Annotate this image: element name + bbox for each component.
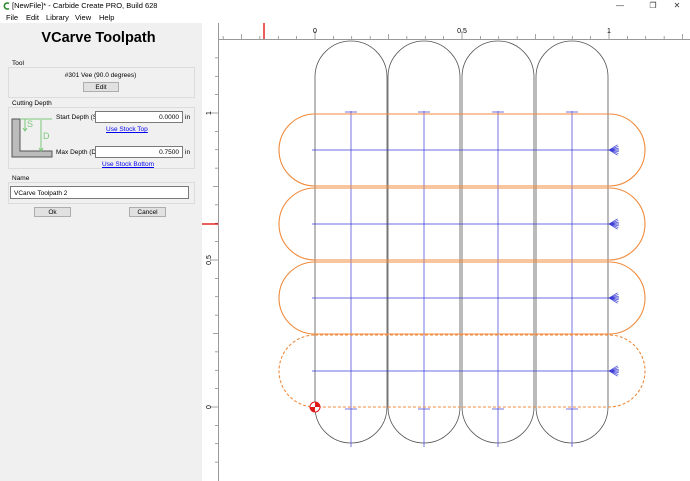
ruler-top-label-1: 1: [607, 28, 611, 35]
minimize-button[interactable]: —: [607, 0, 633, 12]
design-canvas[interactable]: 0 0.5 1 1 0.5 0: [202, 23, 690, 481]
app-icon: [3, 2, 10, 10]
tool-group-label: Tool: [12, 60, 24, 67]
close-button[interactable]: ✕: [664, 0, 690, 12]
panel-heading: VCarve Toolpath: [41, 30, 156, 46]
title-bar: [NewFile]* - Carbide Create PRO, Build 6…: [0, 0, 690, 12]
drawing-area[interactable]: 0 0.5 1 1 0.5 0: [202, 23, 690, 481]
toolpath-panel: VCarve Toolpath Tool #301 Vee (90.0 degr…: [0, 23, 197, 481]
vertical-slots[interactable]: [314, 40, 609, 444]
ruler-left-label-0: 0: [206, 405, 213, 409]
use-stock-bottom-link[interactable]: Use Stock Bottom: [102, 161, 154, 168]
diagram-s-label: S: [27, 119, 33, 129]
name-group-label: Name: [12, 175, 30, 182]
ok-button[interactable]: Ok: [34, 207, 71, 217]
toolpath-name-input[interactable]: VCarve Toolpath 2: [10, 186, 189, 199]
cutting-depth-group-label: Cutting Depth: [12, 100, 52, 107]
use-stock-top-link[interactable]: Use Stock Top: [106, 126, 148, 133]
window-title: [NewFile]* - Carbide Create PRO, Build 6…: [12, 1, 158, 10]
max-depth-input[interactable]: 0.7500: [95, 146, 183, 158]
ruler-top-label-0: 0: [313, 28, 317, 35]
menu-bar: File Edit Library View Help: [0, 12, 690, 23]
edit-tool-button[interactable]: Edit: [83, 82, 119, 92]
diagram-d-label: D: [43, 131, 50, 141]
start-depth-label: Start Depth (S): [56, 114, 100, 121]
start-depth-unit: in: [185, 114, 191, 121]
vcarve-toolpath: [312, 111, 619, 447]
menu-library[interactable]: Library: [46, 12, 69, 23]
max-depth-unit: in: [185, 149, 191, 156]
menu-edit[interactable]: Edit: [26, 12, 39, 23]
cancel-button[interactable]: Cancel: [129, 207, 166, 217]
menu-help[interactable]: Help: [99, 12, 114, 23]
maximize-button[interactable]: ❐: [640, 0, 666, 12]
tool-name: #301 Vee (90.0 degrees): [64, 72, 137, 79]
origin-marker-icon: [309, 401, 321, 413]
ruler-left-label-0-5: 0.5: [206, 255, 213, 265]
menu-view[interactable]: View: [75, 12, 91, 23]
max-depth-label: Max Depth (D): [56, 149, 99, 156]
start-depth-input[interactable]: 0.0000: [95, 111, 183, 123]
menu-file[interactable]: File: [6, 12, 18, 23]
ruler-left-label-1: 1: [206, 111, 213, 115]
depth-diagram-icon: S D: [11, 118, 53, 158]
ruler-top-label-0-5: 0.5: [457, 28, 467, 35]
